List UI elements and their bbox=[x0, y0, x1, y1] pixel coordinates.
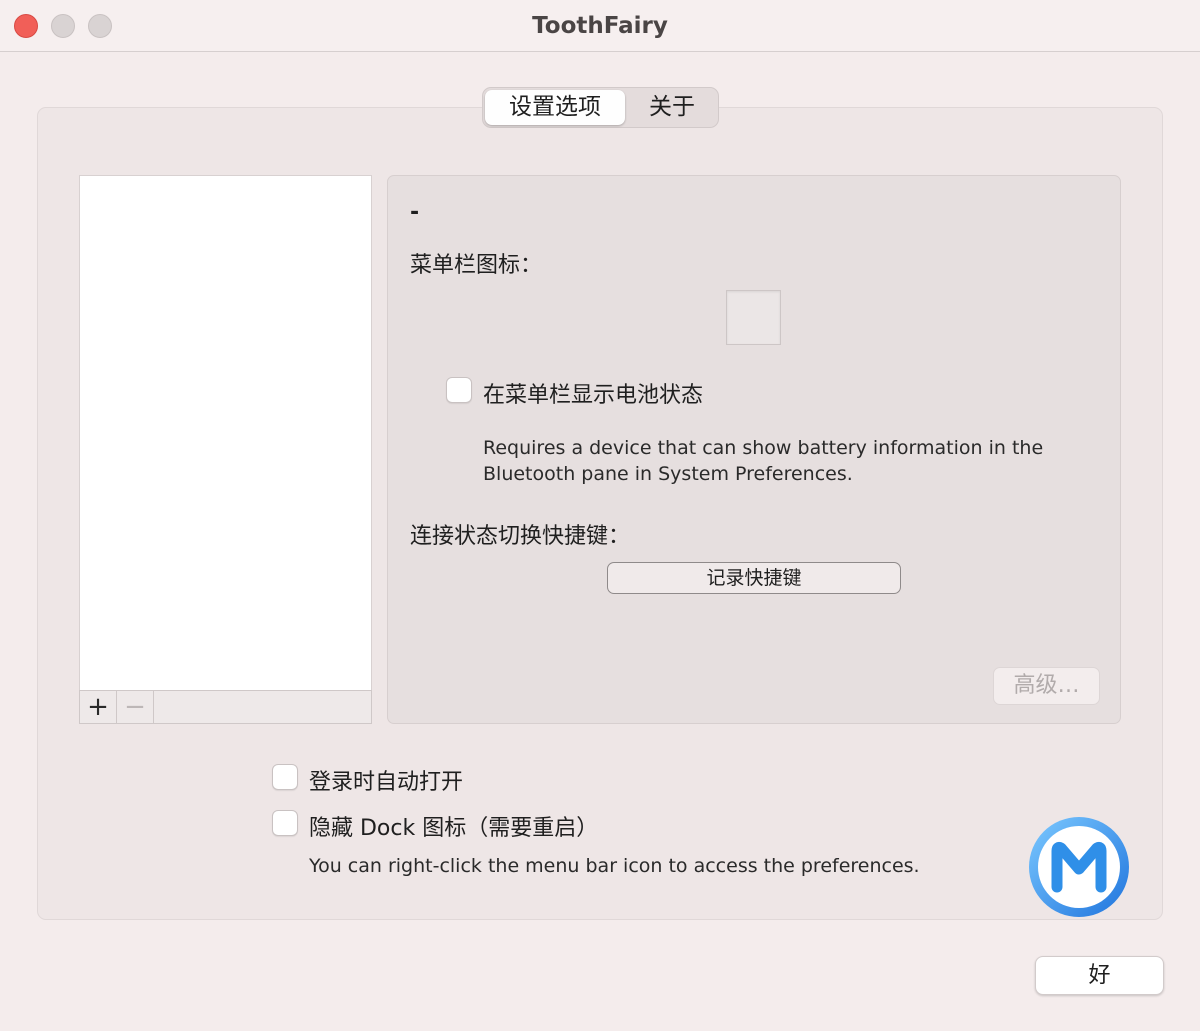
device-list[interactable] bbox=[79, 175, 372, 724]
preferences-hint: You can right-click the menu bar icon to… bbox=[309, 855, 920, 877]
preferences-window: ToothFairy 设置选项 关于 + − - 菜单栏图标： 在菜单栏显示电池… bbox=[0, 0, 1200, 1031]
add-device-button[interactable]: + bbox=[80, 691, 117, 723]
menu-bar-icon-well[interactable] bbox=[726, 290, 781, 345]
hide-dock-icon-label: 隐藏 Dock 图标（需要重启） bbox=[309, 816, 599, 841]
window-title: ToothFairy bbox=[532, 13, 668, 39]
launch-at-login-checkbox[interactable] bbox=[272, 764, 298, 790]
device-list-toolbar: + − bbox=[79, 690, 372, 724]
remove-device-button[interactable]: − bbox=[117, 691, 154, 723]
tab-settings[interactable]: 设置选项 bbox=[485, 90, 625, 125]
ok-button[interactable]: 好 bbox=[1035, 956, 1164, 995]
show-battery-checkbox[interactable] bbox=[446, 377, 472, 403]
device-name: - bbox=[410, 200, 420, 225]
show-battery-label: 在菜单栏显示电池状态 bbox=[483, 383, 704, 408]
title-bar: ToothFairy bbox=[0, 0, 1200, 52]
menu-bar-icon-label: 菜单栏图标： bbox=[410, 253, 543, 278]
tab-about[interactable]: 关于 bbox=[627, 90, 717, 125]
app-logo-icon bbox=[1027, 815, 1131, 919]
record-shortcut-button[interactable]: 记录快捷键 bbox=[607, 562, 901, 594]
battery-help-line-1: Requires a device that can show battery … bbox=[483, 437, 1044, 459]
battery-help-line-2: Bluetooth pane in System Preferences. bbox=[483, 463, 853, 485]
tab-bar: 设置选项 关于 bbox=[482, 87, 719, 128]
shortcut-label: 连接状态切换快捷键： bbox=[410, 524, 631, 549]
launch-at-login-label: 登录时自动打开 bbox=[309, 770, 464, 795]
advanced-button[interactable]: 高级… bbox=[993, 667, 1100, 705]
hide-dock-icon-checkbox[interactable] bbox=[272, 810, 298, 836]
